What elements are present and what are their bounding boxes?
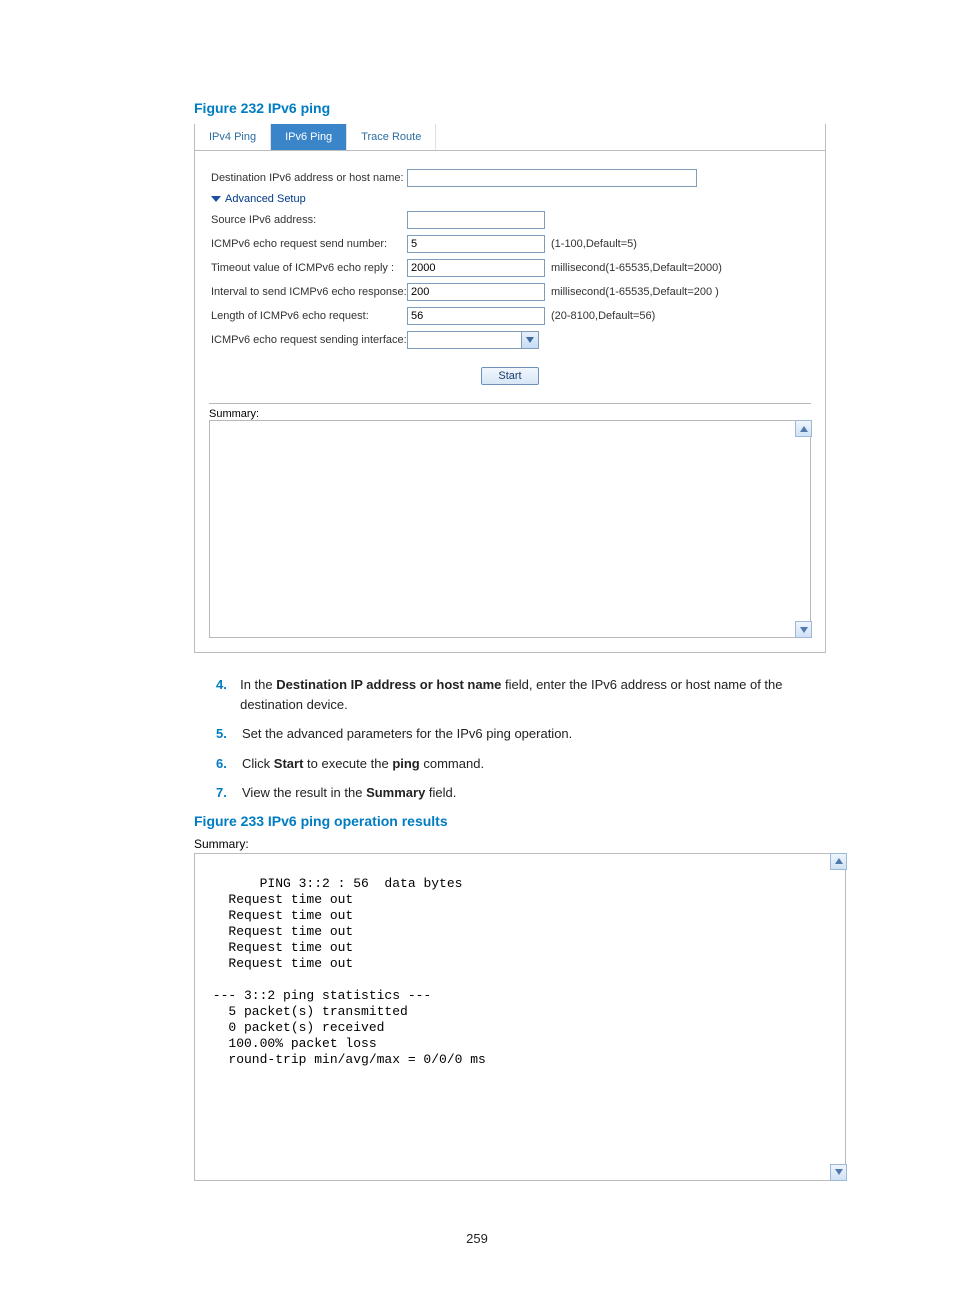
chevron-down-icon xyxy=(211,196,221,202)
iface-label: ICMPv6 echo request sending interface: xyxy=(211,334,407,346)
step-7-text: View the result in the Summary field. xyxy=(242,783,456,803)
length-label: Length of ICMPv6 echo request: xyxy=(211,310,407,322)
figure-233-caption: Figure 233 IPv6 ping operation results xyxy=(194,813,846,829)
scroll-up-button[interactable] xyxy=(830,853,847,870)
summary-label: Summary: xyxy=(209,408,811,420)
src-input[interactable] xyxy=(407,211,545,229)
results-textarea: PING 3::2 : 56 data bytes Request time o… xyxy=(194,853,846,1181)
scroll-down-button[interactable] xyxy=(830,1164,847,1181)
timeout-input[interactable] xyxy=(407,259,545,277)
page-number: 259 xyxy=(108,1231,846,1246)
sendnum-label: ICMPv6 echo request send number: xyxy=(211,238,407,250)
step-number: 6. xyxy=(216,754,242,774)
timeout-label: Timeout value of ICMPv6 echo reply : xyxy=(211,262,407,274)
instruction-list: 4. In the Destination IP address or host… xyxy=(108,675,846,803)
tab-trace-route[interactable]: Trace Route xyxy=(347,124,436,150)
tab-ipv4-ping[interactable]: IPv4 Ping xyxy=(195,124,271,150)
step-6-text: Click Start to execute the ping command. xyxy=(242,754,484,774)
ipv6-ping-panel: IPv4 Ping IPv6 Ping Trace Route Destinat… xyxy=(194,124,826,653)
advanced-setup-label: Advanced Setup xyxy=(225,193,306,205)
step-number: 7. xyxy=(216,783,242,803)
sendnum-hint: (1-100,Default=5) xyxy=(551,238,637,250)
scroll-up-button[interactable] xyxy=(795,420,812,437)
step-number: 4. xyxy=(216,675,240,714)
tab-bar: IPv4 Ping IPv6 Ping Trace Route xyxy=(195,124,825,151)
interval-hint: millisecond(1-65535,Default=200 ) xyxy=(551,286,719,298)
dest-input[interactable] xyxy=(407,169,697,187)
dest-label: Destination IPv6 address or host name: xyxy=(211,172,407,184)
tab-ipv6-ping[interactable]: IPv6 Ping xyxy=(271,124,347,150)
step-5-text: Set the advanced parameters for the IPv6… xyxy=(242,724,572,744)
start-button[interactable]: Start xyxy=(481,367,538,385)
chevron-down-icon xyxy=(521,332,538,348)
step-4-text: In the Destination IP address or host na… xyxy=(240,675,846,714)
step-number: 5. xyxy=(216,724,242,744)
summary-textarea xyxy=(209,420,811,638)
figure-232-caption: Figure 232 IPv6 ping xyxy=(194,100,846,116)
interval-label: Interval to send ICMPv6 echo response: xyxy=(211,286,407,298)
advanced-setup-toggle[interactable]: Advanced Setup xyxy=(211,193,809,205)
summary2-label: Summary: xyxy=(194,837,846,851)
iface-select[interactable] xyxy=(407,331,539,349)
interval-input[interactable] xyxy=(407,283,545,301)
src-label: Source IPv6 address: xyxy=(211,214,407,226)
length-input[interactable] xyxy=(407,307,545,325)
sendnum-input[interactable] xyxy=(407,235,545,253)
scroll-down-button[interactable] xyxy=(795,621,812,638)
length-hint: (20-8100,Default=56) xyxy=(551,310,655,322)
ping-output: PING 3::2 : 56 data bytes Request time o… xyxy=(205,876,486,1067)
timeout-hint: millisecond(1-65535,Default=2000) xyxy=(551,262,722,274)
